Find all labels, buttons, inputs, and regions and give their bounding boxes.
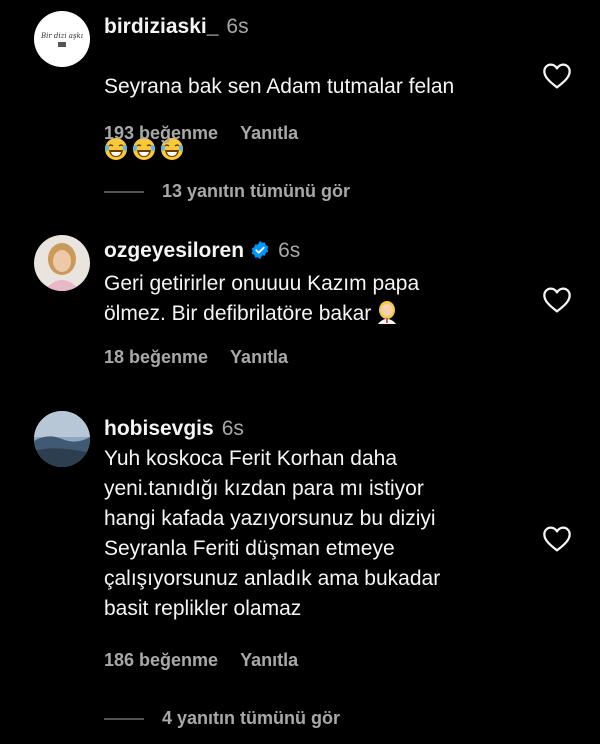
heart-outline-icon (543, 63, 571, 89)
comment-username[interactable]: birdiziaski_ (104, 15, 218, 38)
avatar[interactable] (34, 235, 90, 291)
comment-time: 6s (226, 15, 249, 38)
like-button[interactable] (541, 523, 573, 555)
view-replies-button[interactable]: 13 yanıtın tümünü gör (104, 181, 350, 202)
comment-text: Yuh koskoca Ferit Korhan daha yeni.tanıd… (104, 447, 441, 620)
like-button[interactable] (541, 284, 573, 316)
replies-divider (104, 191, 144, 194)
reply-button[interactable]: Yanıtla (230, 347, 288, 367)
verified-badge-icon (250, 240, 270, 267)
heart-outline-icon (543, 287, 571, 313)
comment-actions: 18 beğenme Yanıtla (104, 347, 288, 368)
likes-count[interactable]: 193 beğenme (104, 123, 218, 143)
comment-time: 6s (221, 417, 244, 440)
woman-health-worker-emoji-icon (375, 300, 399, 333)
avatar[interactable]: Bir dizi aşkı (34, 11, 90, 67)
comment-actions: 186 beğenme Yanıtla (104, 650, 298, 671)
reply-button[interactable]: Yanıtla (240, 650, 298, 670)
comment-username[interactable]: hobisevgis (104, 417, 214, 440)
comment-actions: 193 beğenme Yanıtla (104, 123, 298, 144)
likes-count[interactable]: 186 beğenme (104, 650, 218, 670)
view-replies-label[interactable]: 13 yanıtın tümünü gör (162, 181, 350, 201)
like-button[interactable] (541, 60, 573, 92)
comment-text: Geri getirirler onuuuu Kazım papa ölmez.… (104, 269, 534, 333)
comment-username[interactable]: ozgeyesiloren (104, 239, 244, 262)
likes-count[interactable]: 18 beğenme (104, 347, 208, 367)
reply-button[interactable]: Yanıtla (240, 123, 298, 143)
comment-text: Seyrana bak sen Adam tutmalar felan (104, 42, 534, 200)
heart-outline-icon (543, 526, 571, 552)
avatar[interactable] (34, 411, 90, 467)
avatar-logo-text: Bir dizi aşkı (40, 32, 83, 40)
comment-time: 6s (278, 239, 301, 262)
replies-divider (104, 718, 144, 721)
view-replies-label[interactable]: 4 yanıtın tümünü gör (162, 708, 340, 728)
view-replies-button[interactable]: 4 yanıtın tümünü gör (104, 708, 340, 729)
